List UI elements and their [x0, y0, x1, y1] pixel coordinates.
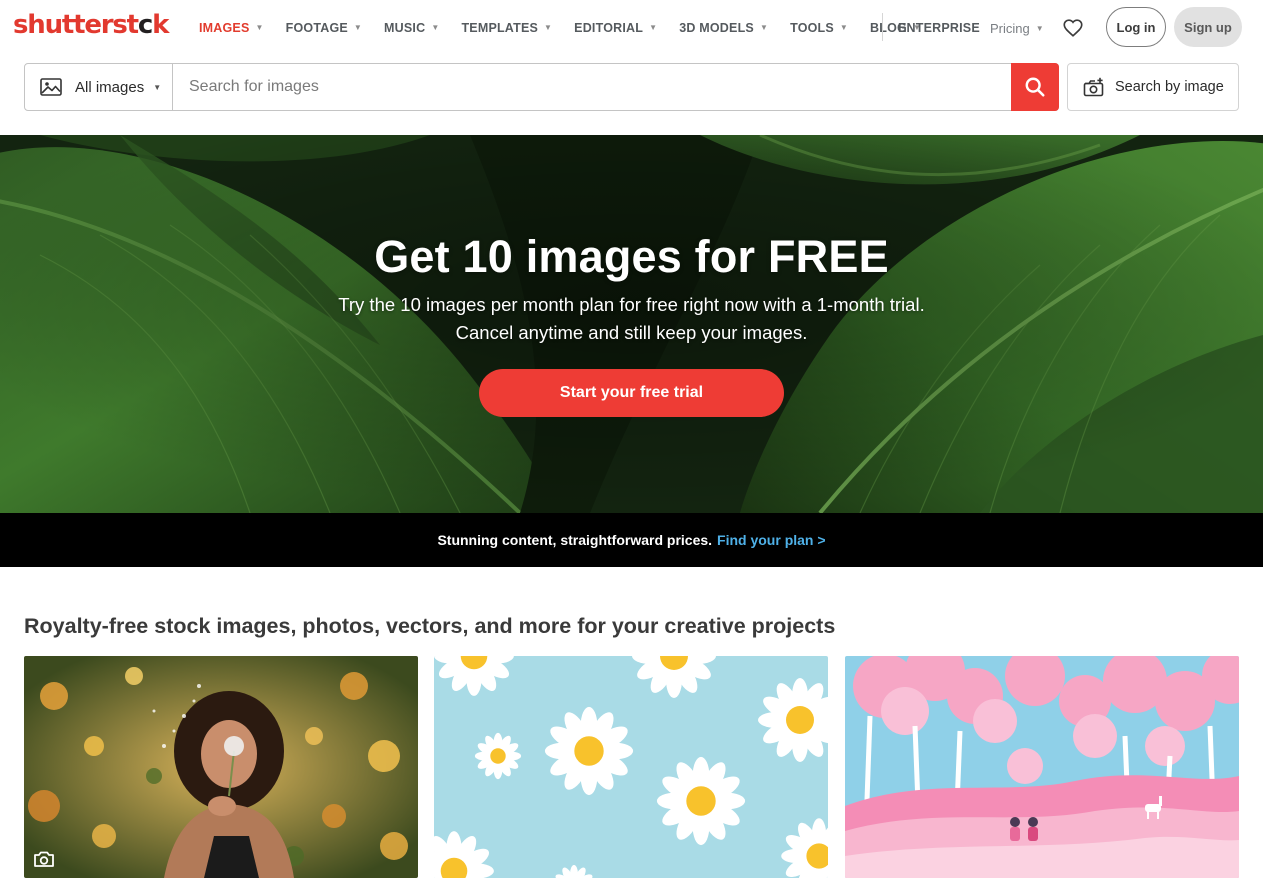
hero-title: Get 10 images for FREE	[374, 231, 889, 282]
nav-item-footage[interactable]: FOOTAGE ▼	[286, 21, 362, 35]
image-icon	[40, 78, 62, 96]
search-by-image-label: Search by image	[1115, 79, 1224, 95]
camera-icon	[34, 851, 54, 867]
main-nav: IMAGES ▼ FOOTAGE ▼ MUSIC ▼ TEMPLATES ▼ EDITO…	[199, 0, 943, 56]
search-button[interactable]	[1011, 63, 1059, 111]
nav-item-images[interactable]: IMAGES ▼	[199, 21, 264, 35]
chevron-down-icon: ▼	[353, 22, 363, 32]
nav-item-pricing[interactable]: Pricing ▼	[990, 21, 1044, 36]
search-type-label: All images	[75, 78, 145, 96]
chevron-down-icon: ▼	[153, 82, 162, 92]
dandelion-woman-image	[24, 656, 418, 878]
paper-landscape-image	[845, 656, 1239, 878]
nav-item-tools[interactable]: TOOLS ▼	[790, 21, 848, 35]
nav-label: IMAGES	[199, 21, 250, 35]
image-tile-daisy-pattern[interactable]	[434, 656, 828, 878]
chevron-down-icon: ▼	[839, 22, 849, 32]
nav-item-3d-models[interactable]: 3D MODELS ▼	[679, 21, 768, 35]
chevron-down-icon: ▼	[759, 22, 769, 32]
nav-divider	[882, 13, 883, 41]
image-tile-dandelion-woman[interactable]	[24, 656, 418, 878]
logo-text-o: c	[137, 10, 153, 40]
find-your-plan-link[interactable]: Find your plan >	[717, 532, 826, 548]
nav-item-music[interactable]: MUSIC ▼	[384, 21, 439, 35]
nav-label: FOOTAGE	[285, 21, 348, 35]
daisy-pattern-image	[434, 656, 828, 878]
signup-button[interactable]: Sign up	[1174, 7, 1242, 47]
start-free-trial-button[interactable]: Start your free trial	[479, 369, 784, 417]
chevron-down-icon: ▼	[1035, 24, 1044, 33]
logo-text-k: k	[152, 10, 169, 40]
nav-item-enterprise[interactable]: ENTERPRISE	[898, 21, 980, 35]
nav-label: TEMPLATES	[461, 21, 539, 35]
hero-subtitle-line-1: Try the 10 images per month plan for fre…	[338, 294, 925, 315]
hero-subtitle-line-2: Cancel anytime and still keep your image…	[455, 322, 808, 343]
search-icon	[1025, 77, 1045, 97]
pricing-label: Pricing	[990, 21, 1030, 36]
chevron-down-icon: ▼	[649, 22, 658, 32]
promo-text: Stunning content, straightforward prices…	[437, 532, 713, 548]
shutterstock-logo[interactable]: shutterstck	[13, 10, 169, 40]
nav-item-editorial[interactable]: EDITORIAL ▼	[574, 21, 657, 35]
camera-search-icon	[1083, 77, 1104, 97]
nav-label: TOOLS	[790, 21, 834, 35]
image-tile-paper-landscape[interactable]	[845, 656, 1239, 878]
search-input[interactable]	[173, 64, 1011, 110]
search-bar: All images ▼	[24, 63, 1059, 111]
section-title: Royalty-free stock images, photos, vecto…	[24, 614, 836, 638]
chevron-down-icon: ▼	[431, 22, 440, 32]
nav-item-templates[interactable]: TEMPLATES ▼	[461, 21, 552, 35]
search-by-image-button[interactable]: Search by image	[1067, 63, 1239, 111]
logo-text: shutterst	[13, 10, 139, 40]
search-type-dropdown[interactable]: All images ▼	[25, 64, 173, 110]
chevron-down-icon: ▼	[255, 22, 264, 32]
hero-banner: Get 10 images for FREE Try the 10 images…	[0, 135, 1263, 513]
nav-label: EDITORIAL	[574, 21, 644, 35]
chevron-down-icon: ▼	[544, 22, 553, 32]
nav-label: MUSIC	[384, 21, 426, 35]
heart-icon[interactable]	[1062, 17, 1084, 39]
pricing-promo-banner: Stunning content, straightforward prices…	[0, 513, 1263, 567]
hero-subtitle: Try the 10 images per month plan for fre…	[0, 291, 1263, 347]
login-button[interactable]: Log in	[1106, 7, 1166, 47]
nav-label: 3D MODELS	[679, 21, 754, 35]
top-navigation: shutterstck IMAGES ▼ FOOTAGE ▼ MUSIC ▼ TEMP…	[0, 0, 1263, 56]
